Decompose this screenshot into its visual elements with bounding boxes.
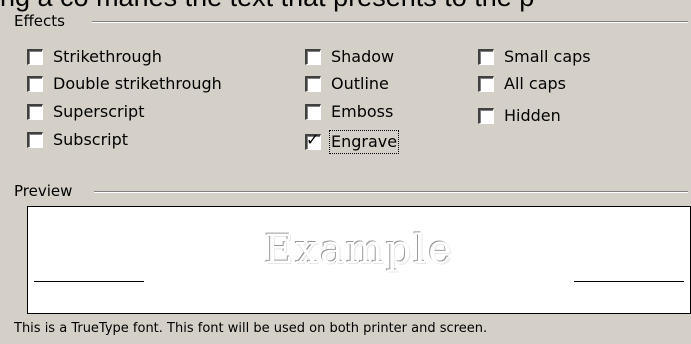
shadow-label: Shadow bbox=[331, 47, 395, 66]
subscript-label: Subscript bbox=[53, 130, 129, 149]
preview-group-title: Preview bbox=[14, 182, 79, 200]
preview-group-line bbox=[94, 191, 688, 193]
top-partial-text: ng a co maries the text that presents to… bbox=[0, 0, 534, 13]
strikethrough-checkbox[interactable]: Strikethrough bbox=[27, 47, 162, 67]
hidden-label: Hidden bbox=[504, 106, 561, 125]
outline-checkbox[interactable]: Outline bbox=[305, 74, 389, 94]
engrave-label: Engrave bbox=[328, 130, 400, 154]
all-caps-checkbox[interactable]: All caps bbox=[478, 74, 566, 94]
preview-baseline-left bbox=[34, 281, 144, 282]
effects-group-line bbox=[92, 21, 688, 23]
preview-pane: Example bbox=[27, 206, 691, 314]
font-info-text: This is a TrueType font. This font will … bbox=[14, 321, 488, 336]
checkbox-box[interactable] bbox=[478, 76, 494, 92]
checkbox-box[interactable] bbox=[27, 132, 43, 148]
checkbox-box[interactable] bbox=[27, 49, 43, 65]
all-caps-label: All caps bbox=[504, 74, 567, 93]
double-strikethrough-label: Double strikethrough bbox=[53, 74, 222, 93]
outline-label: Outline bbox=[331, 74, 389, 93]
strikethrough-label: Strikethrough bbox=[53, 47, 162, 66]
checkbox-box[interactable] bbox=[305, 49, 321, 65]
preview-baseline-right bbox=[574, 281, 684, 282]
effects-group-title: Effects bbox=[14, 12, 71, 30]
small-caps-label: Small caps bbox=[504, 47, 591, 66]
hidden-checkbox[interactable]: Hidden bbox=[478, 106, 561, 126]
shadow-checkbox[interactable]: Shadow bbox=[305, 47, 394, 67]
checkbox-box[interactable] bbox=[305, 104, 321, 120]
preview-sample-text: Example bbox=[264, 227, 454, 273]
checkbox-box[interactable] bbox=[27, 76, 43, 92]
checkmark-icon: ✓ bbox=[306, 130, 320, 149]
checkbox-box[interactable] bbox=[478, 108, 494, 124]
superscript-checkbox[interactable]: Superscript bbox=[27, 102, 144, 122]
small-caps-checkbox[interactable]: Small caps bbox=[478, 47, 591, 67]
engrave-checkbox[interactable]: ✓ Engrave bbox=[305, 130, 400, 154]
double-strikethrough-checkbox[interactable]: Double strikethrough bbox=[27, 74, 222, 94]
checkbox-box[interactable]: ✓ bbox=[305, 130, 321, 150]
superscript-label: Superscript bbox=[53, 102, 145, 121]
subscript-checkbox[interactable]: Subscript bbox=[27, 130, 128, 150]
emboss-checkbox[interactable]: Emboss bbox=[305, 102, 393, 122]
emboss-label: Emboss bbox=[331, 102, 394, 121]
checkbox-box[interactable] bbox=[478, 49, 494, 65]
checkbox-box[interactable] bbox=[305, 76, 321, 92]
checkbox-box[interactable] bbox=[27, 104, 43, 120]
